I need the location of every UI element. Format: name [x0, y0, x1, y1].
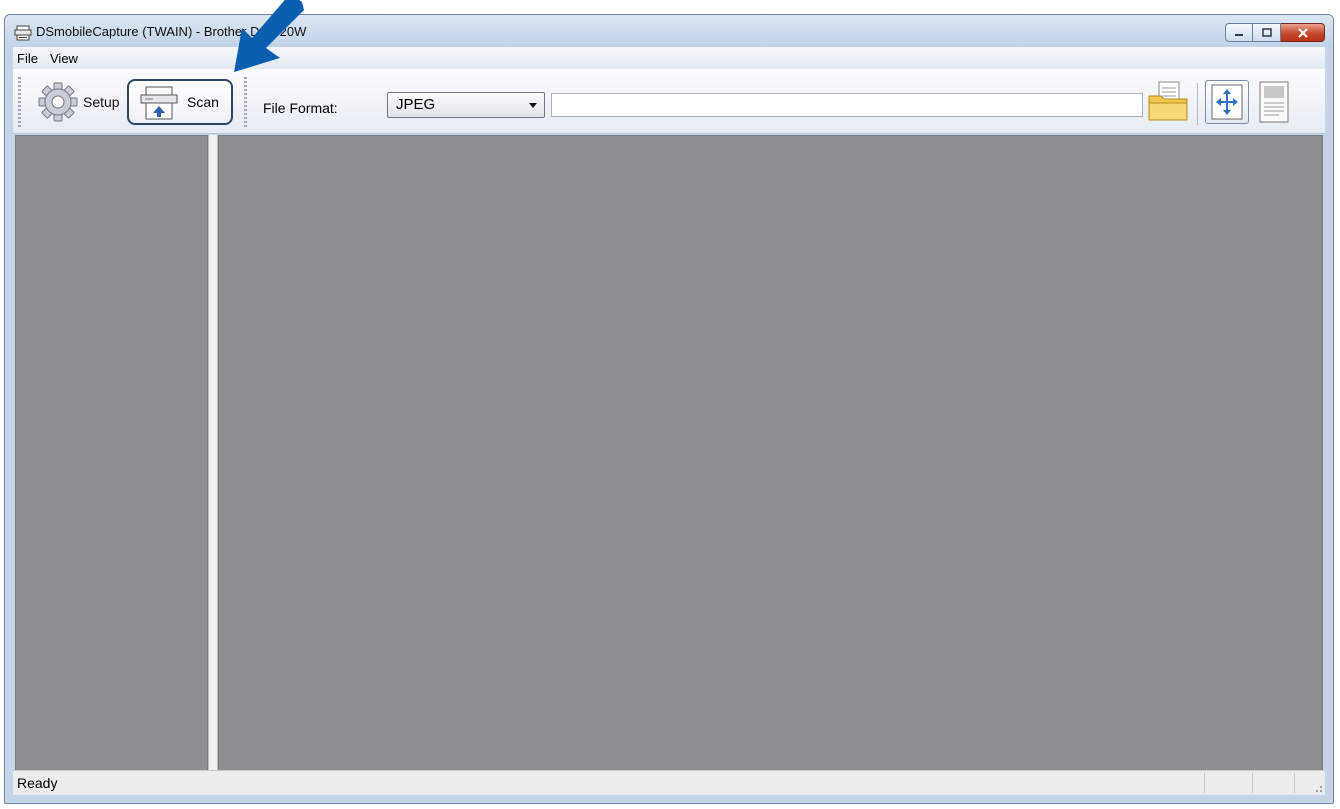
close-button[interactable]: [1281, 23, 1325, 42]
file-format-value: JPEG: [396, 96, 436, 113]
toolbar-separator: [1197, 83, 1198, 125]
setup-button[interactable]: Setup: [37, 80, 120, 124]
setup-label: Setup: [83, 94, 120, 110]
scanner-icon: [14, 25, 32, 41]
status-divider: [1204, 773, 1205, 793]
fit-to-window-icon: [1211, 84, 1243, 120]
toolbar: Setup Scan File Format: JPEG: [13, 69, 1325, 134]
folder-icon: [1148, 81, 1188, 121]
status-divider: [1294, 773, 1295, 793]
scan-label: Scan: [187, 94, 219, 110]
maximize-icon: [1261, 28, 1272, 37]
status-divider: [1252, 773, 1253, 793]
scanner-icon: [140, 86, 178, 120]
file-format-select[interactable]: JPEG: [387, 92, 545, 118]
maximize-button[interactable]: [1253, 23, 1281, 42]
page-icon: [1259, 81, 1289, 123]
page-view-button[interactable]: [1257, 80, 1291, 124]
callout-arrow-icon: [234, 0, 304, 72]
preview-pane[interactable]: [218, 135, 1323, 771]
menu-view[interactable]: View: [50, 51, 78, 66]
toolbar-grip-2[interactable]: [244, 77, 247, 127]
scan-button[interactable]: Scan: [127, 79, 233, 125]
thumbnail-pane[interactable]: [15, 135, 208, 771]
status-text: Ready: [17, 775, 58, 791]
menu-file[interactable]: File: [17, 51, 38, 66]
menu-bar: File View: [13, 47, 1325, 69]
fit-to-window-button[interactable]: [1205, 80, 1249, 124]
close-icon: [1297, 27, 1308, 38]
resize-grip-icon[interactable]: [1311, 781, 1323, 793]
pane-splitter[interactable]: [208, 135, 218, 771]
chevron-down-icon: [529, 103, 537, 108]
window-controls: [1225, 23, 1325, 43]
file-format-label: File Format:: [263, 100, 338, 116]
app-window: DSmobileCapture (TWAIN) - Brother DS-820…: [4, 14, 1334, 804]
file-path-input[interactable]: [551, 93, 1143, 117]
title-bar: DSmobileCapture (TWAIN) - Brother DS-820…: [5, 15, 1333, 47]
gear-icon: [38, 82, 78, 122]
minimize-icon: [1235, 33, 1243, 36]
browse-folder-button[interactable]: [1147, 79, 1189, 123]
minimize-button[interactable]: [1225, 23, 1253, 42]
status-bar: Ready: [13, 770, 1325, 795]
content-area: [15, 135, 1323, 771]
toolbar-grip[interactable]: [18, 77, 21, 127]
